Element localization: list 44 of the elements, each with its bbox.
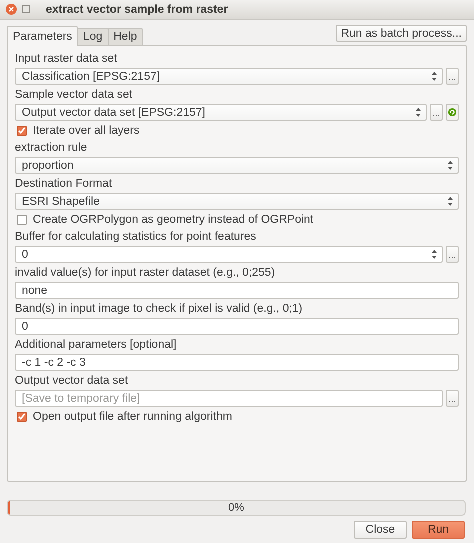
- input-field[interactable]: -c 1 -c 2 -c 3: [15, 354, 459, 371]
- spinner-arrows-icon: [432, 72, 437, 81]
- dropdown[interactable]: Output vector data set [EPSG:2157]: [15, 104, 427, 121]
- browse-button[interactable]: ...: [446, 246, 459, 263]
- dropdown[interactable]: Classification [EPSG:2157]: [15, 68, 443, 85]
- checkbox-label: Create OGRPolygon as geometry instead of OGRPoint: [33, 214, 314, 226]
- maximize-icon[interactable]: [22, 5, 31, 14]
- checkbox-label: Iterate over all layers: [33, 124, 140, 136]
- close-icon[interactable]: [6, 4, 17, 15]
- input-field[interactable]: none: [15, 282, 459, 299]
- field-label: Band(s) in input image to check if pixel is valid (e.g., 0;1): [15, 302, 304, 317]
- spinner-arrows-icon: [448, 161, 453, 170]
- field-label: invalid value(s) for input raster dataset (e.g., 0;255): [15, 266, 276, 281]
- dropdown[interactable]: ESRI Shapefile: [15, 193, 459, 210]
- spinner-arrows-icon: [432, 250, 437, 259]
- tab[interactable]: Help: [108, 28, 144, 45]
- refresh-button[interactable]: [446, 104, 459, 121]
- checkbox[interactable]: [17, 126, 27, 136]
- browse-button[interactable]: ...: [430, 104, 443, 121]
- checkbox-label: Open output file after running algorithm: [33, 410, 232, 422]
- input-field[interactable]: 0: [15, 318, 459, 335]
- progress-text: 0%: [228, 501, 246, 515]
- refresh-icon[interactable]: [448, 108, 457, 117]
- spinner-arrows-icon: [416, 108, 421, 117]
- dropdown[interactable]: proportion: [15, 157, 459, 174]
- close-button[interactable]: Close: [354, 521, 407, 539]
- checkbox[interactable]: [17, 412, 27, 422]
- tab[interactable]: Parameters: [7, 26, 78, 46]
- field-label: Output vector data set: [15, 374, 130, 389]
- field-label: Additional parameters [optional]: [15, 338, 178, 353]
- spin-field[interactable]: 0: [15, 246, 443, 263]
- browse-button[interactable]: ...: [446, 390, 459, 407]
- field-label: Input raster data set: [15, 52, 118, 67]
- browse-button[interactable]: ...: [446, 68, 459, 85]
- field-label: extraction rule: [15, 141, 88, 156]
- tab[interactable]: Log: [77, 28, 109, 45]
- checkbox[interactable]: [17, 214, 27, 224]
- field-label: Destination Format: [15, 177, 114, 192]
- field-label: Sample vector data set: [15, 88, 134, 103]
- field-label: Buffer for calculating statistics for point features: [15, 230, 258, 245]
- window-title: extract vector sample from raster: [46, 4, 228, 16]
- run-button[interactable]: Run: [412, 521, 465, 539]
- batch-button[interactable]: Run as batch process...: [336, 25, 467, 42]
- spinner-arrows-icon: [448, 197, 453, 206]
